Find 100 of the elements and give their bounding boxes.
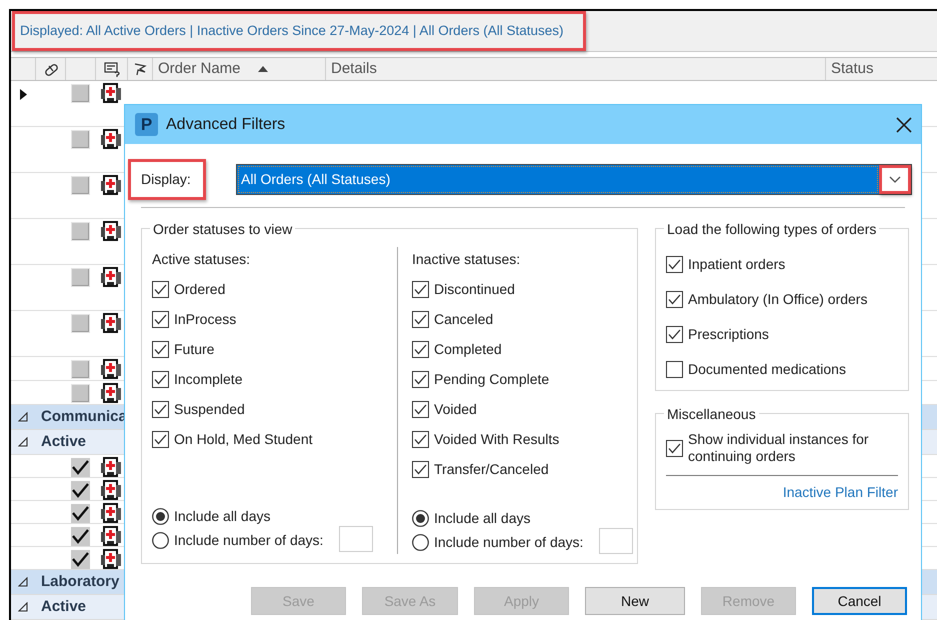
group-label[interactable]: Active xyxy=(41,430,86,454)
radio-button[interactable] xyxy=(152,508,169,524)
app-logo: P xyxy=(135,113,158,136)
check-icon xyxy=(668,442,681,454)
group-label[interactable]: Communica xyxy=(41,406,127,428)
checkbox-label[interactable]: Canceled xyxy=(434,308,494,330)
note-question-icon[interactable] xyxy=(102,60,120,78)
checkbox[interactable] xyxy=(412,340,429,358)
checkbox-label[interactable]: Discontinued xyxy=(434,278,515,300)
check-icon xyxy=(668,259,681,270)
row-checkbox[interactable] xyxy=(71,481,90,500)
checkbox[interactable] xyxy=(666,326,683,343)
check-icon xyxy=(414,434,427,444)
radio-label[interactable]: Include all days xyxy=(434,508,531,528)
checkbox-label[interactable]: Ambulatory (In Office) orders xyxy=(688,289,868,310)
check-icon xyxy=(72,483,89,498)
radio-label[interactable]: Include number of days: xyxy=(434,532,584,552)
radio-label[interactable]: Include all days xyxy=(174,506,271,526)
row-checkbox[interactable] xyxy=(71,222,90,241)
checkbox[interactable] xyxy=(666,440,683,456)
days-input-field[interactable] xyxy=(339,526,374,552)
check-icon xyxy=(154,404,167,414)
checkbox[interactable] xyxy=(666,291,683,308)
column-header[interactable]: Order Name xyxy=(153,58,326,80)
check-icon xyxy=(414,344,427,354)
checkbox[interactable] xyxy=(666,361,683,378)
column-header[interactable]: Details xyxy=(326,58,826,80)
checkbox[interactable] xyxy=(152,430,169,448)
checkbox-label[interactable]: Incomplete xyxy=(174,368,242,390)
checkbox[interactable] xyxy=(152,280,169,298)
radio-button[interactable] xyxy=(412,534,429,550)
medical-document-icon xyxy=(100,83,122,105)
column-header[interactable]: Status xyxy=(826,58,937,80)
checkbox-label[interactable]: Show individual instances for continuing orders xyxy=(688,431,888,465)
check-icon xyxy=(414,374,427,384)
checkbox[interactable] xyxy=(412,310,429,328)
checkbox-label[interactable]: Documented medications xyxy=(688,359,846,380)
expand-toggle-icon[interactable] xyxy=(18,412,28,422)
medical-document-icon xyxy=(100,129,122,151)
checkbox[interactable] xyxy=(152,400,169,418)
radio-button[interactable] xyxy=(152,532,169,548)
group-label[interactable]: Laboratory xyxy=(41,570,120,594)
row-checkbox[interactable] xyxy=(71,550,90,569)
checkbox[interactable] xyxy=(412,280,429,298)
radio-label[interactable]: Include number of days: xyxy=(174,530,324,550)
row-checkbox[interactable] xyxy=(71,84,90,103)
dropdown-button[interactable] xyxy=(879,165,911,194)
checkbox[interactable] xyxy=(412,400,429,418)
checkbox-label[interactable]: Completed xyxy=(434,338,502,360)
check-icon xyxy=(414,464,427,474)
checkbox-label[interactable]: Voided With Results xyxy=(434,428,560,450)
checkbox-label[interactable]: Pending Complete xyxy=(434,368,550,390)
medical-document-icon xyxy=(100,313,122,335)
medical-document-icon xyxy=(100,175,122,197)
days-input-field[interactable] xyxy=(599,528,634,554)
group-label[interactable]: Active xyxy=(41,596,86,618)
checkbox-label[interactable]: Inpatient orders xyxy=(688,254,786,275)
checkbox-label[interactable]: Transfer/Canceled xyxy=(434,458,549,480)
expand-toggle-icon[interactable] xyxy=(18,437,28,447)
checkbox-label[interactable]: Prescriptions xyxy=(688,324,769,345)
checkbox[interactable] xyxy=(412,430,429,448)
row-pointer-icon xyxy=(20,89,27,100)
info-bar: Displayed: All Active Orders | Inactive Orders Since 27-May-2024 | All Orders (All Statuses) xyxy=(12,11,586,52)
dialog-button[interactable]: Cancel xyxy=(812,587,907,615)
checkbox[interactable] xyxy=(412,460,429,478)
dialog-button[interactable]: New xyxy=(585,587,685,615)
checkbox[interactable] xyxy=(152,310,169,328)
checkbox[interactable] xyxy=(152,340,169,358)
row-checkbox[interactable] xyxy=(71,384,90,403)
checkbox-label[interactable]: Voided xyxy=(434,398,477,420)
checkbox-label[interactable]: Ordered xyxy=(174,278,226,300)
dialog-title: Advanced Filters xyxy=(166,114,286,134)
expand-toggle-icon[interactable] xyxy=(18,577,28,587)
row-checkbox[interactable] xyxy=(71,360,90,379)
checkbox-label[interactable]: On Hold, Med Student xyxy=(174,428,313,450)
medical-document-icon xyxy=(100,221,122,243)
expand-toggle-icon[interactable] xyxy=(18,602,28,612)
checkbox-label[interactable]: Suspended xyxy=(174,398,245,420)
checkbox[interactable] xyxy=(412,370,429,388)
row-checkbox[interactable] xyxy=(71,504,90,523)
row-checkbox[interactable] xyxy=(71,458,90,477)
close-icon[interactable] xyxy=(895,116,913,134)
sort-ascending-icon[interactable] xyxy=(258,66,268,72)
checkbox[interactable] xyxy=(666,256,683,273)
check-icon xyxy=(154,314,167,324)
checkbox-label[interactable]: InProcess xyxy=(174,308,236,330)
checkbox[interactable] xyxy=(152,370,169,388)
checkbox-label[interactable]: Future xyxy=(174,338,214,360)
row-checkbox[interactable] xyxy=(71,314,90,333)
check-icon xyxy=(154,434,167,444)
radio-button[interactable] xyxy=(412,510,429,526)
medical-document-icon xyxy=(100,359,122,381)
medical-document-icon xyxy=(100,526,122,548)
check-icon xyxy=(154,344,167,354)
row-checkbox[interactable] xyxy=(71,176,90,195)
row-checkbox[interactable] xyxy=(71,268,90,287)
row-checkbox[interactable] xyxy=(71,130,90,149)
row-checkbox[interactable] xyxy=(71,527,90,546)
medical-document-icon xyxy=(100,480,122,502)
check-icon xyxy=(72,506,89,521)
